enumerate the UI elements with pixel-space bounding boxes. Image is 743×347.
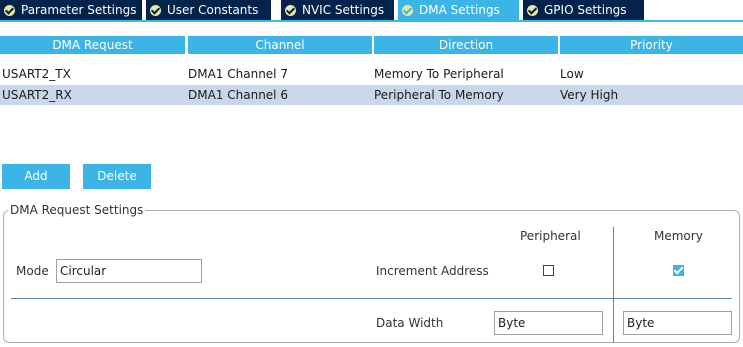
cell-channel: DMA1 Channel 6 — [188, 88, 288, 102]
peripheral-increment-checkbox[interactable] — [543, 265, 554, 276]
tab-underline — [0, 20, 743, 22]
memory-data-width-field[interactable]: Byte — [623, 311, 732, 335]
mode-label: Mode — [16, 264, 49, 278]
table-row-selected[interactable]: USART2_RX DMA1 Channel 6 Peripheral To M… — [0, 85, 743, 105]
data-width-label: Data Width — [376, 316, 444, 330]
cell-dma-request: USART2_TX — [2, 67, 71, 81]
cell-direction: Memory To Peripheral — [374, 67, 504, 81]
tab-user-constants[interactable]: User Constants — [146, 0, 271, 20]
tab-parameter-settings[interactable]: Parameter Settings — [0, 0, 142, 20]
check-circle-icon — [285, 4, 296, 16]
tab-label: User Constants — [167, 3, 259, 17]
mode-field[interactable]: Circular — [56, 259, 202, 283]
tab-gpio-settings[interactable]: GPIO Settings — [523, 0, 644, 20]
tab-label: NVIC Settings — [302, 3, 385, 17]
column-divider — [613, 227, 614, 343]
dma-table-header: DMA Request Channel Direction Priority — [0, 36, 743, 54]
column-header-priority[interactable]: Priority — [560, 36, 743, 54]
row-divider — [11, 298, 732, 299]
tab-label: DMA Settings — [419, 3, 500, 17]
column-header-channel[interactable]: Channel — [188, 36, 372, 54]
increment-address-label: Increment Address — [376, 264, 489, 278]
tab-label: GPIO Settings — [544, 3, 627, 17]
column-header-direction[interactable]: Direction — [374, 36, 558, 54]
tab-dma-settings[interactable]: DMA Settings — [398, 0, 519, 20]
cell-dma-request: USART2_RX — [2, 88, 72, 102]
column-header-dma-request[interactable]: DMA Request — [0, 36, 185, 54]
tab-label: Parameter Settings — [21, 3, 137, 17]
memory-header: Memory — [654, 229, 703, 243]
cell-priority: Low — [560, 67, 584, 81]
check-circle-icon — [527, 4, 538, 16]
tab-bar: Parameter Settings User Constants NVIC S… — [0, 0, 743, 20]
check-circle-icon — [150, 4, 161, 16]
memory-increment-checkbox[interactable] — [673, 265, 684, 276]
group-title: DMA Request Settings — [8, 203, 146, 217]
peripheral-header: Peripheral — [520, 229, 581, 243]
check-circle-icon — [402, 4, 413, 16]
peripheral-data-width-field[interactable]: Byte — [494, 311, 603, 335]
check-circle-icon — [4, 4, 15, 16]
add-button[interactable]: Add — [2, 164, 70, 189]
table-row[interactable]: USART2_TX DMA1 Channel 7 Memory To Perip… — [0, 64, 743, 84]
cell-channel: DMA1 Channel 7 — [188, 67, 288, 81]
delete-button[interactable]: Delete — [83, 164, 151, 189]
cell-direction: Peripheral To Memory — [374, 88, 504, 102]
cell-priority: Very High — [560, 88, 619, 102]
tab-nvic-settings[interactable]: NVIC Settings — [281, 0, 394, 20]
